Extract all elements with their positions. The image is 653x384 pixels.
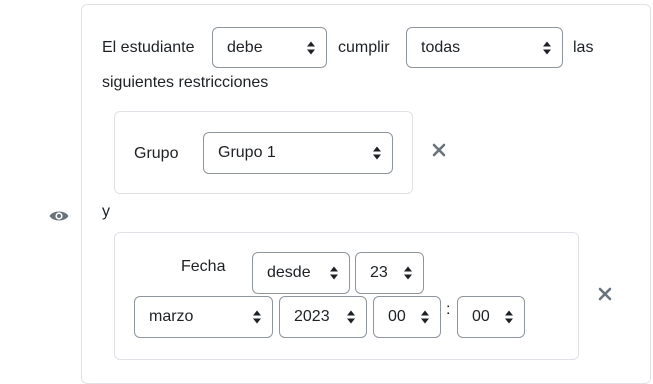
- hour-select-value: 00: [388, 308, 406, 325]
- minute-select-value: 00: [472, 308, 490, 325]
- must-select[interactable]: debe: [212, 27, 327, 68]
- minute-select[interactable]: 00: [457, 296, 525, 338]
- day-select[interactable]: 23: [355, 252, 424, 294]
- hour-select[interactable]: 00: [373, 296, 441, 338]
- group-select-value: Grupo 1: [218, 144, 276, 161]
- eye-icon[interactable]: [48, 207, 70, 225]
- day-select-value: 23: [370, 264, 388, 281]
- sort-caret-icon: [373, 146, 381, 160]
- sort-caret-icon: [404, 266, 412, 280]
- sort-caret-icon: [330, 266, 338, 280]
- close-icon[interactable]: [432, 143, 446, 157]
- restriction-middle-text: cumplir: [338, 39, 390, 56]
- close-icon[interactable]: [598, 287, 612, 301]
- date-label: Fecha: [181, 258, 226, 275]
- sort-caret-icon: [505, 310, 513, 324]
- year-select[interactable]: 2023: [279, 296, 367, 338]
- group-select[interactable]: Grupo 1: [203, 132, 393, 174]
- sort-caret-icon: [347, 310, 355, 324]
- restriction-line2-text: siguientes restricciones: [102, 74, 269, 91]
- month-select[interactable]: marzo: [134, 296, 273, 338]
- sort-caret-icon: [543, 41, 551, 54]
- restriction-prefix-text: El estudiante: [102, 39, 195, 56]
- sort-caret-icon: [253, 310, 261, 324]
- all-select-value: todas: [421, 38, 461, 56]
- year-select-value: 2023: [294, 308, 330, 325]
- date-direction-value: desde: [267, 264, 311, 281]
- sort-caret-icon: [307, 41, 315, 54]
- time-separator: :: [446, 301, 451, 318]
- sort-caret-icon: [421, 310, 429, 324]
- restriction-suffix-text: las: [573, 39, 594, 56]
- connector-and-text: y: [102, 203, 110, 220]
- date-direction-select[interactable]: desde: [252, 252, 350, 294]
- all-select[interactable]: todas: [406, 27, 563, 68]
- month-select-value: marzo: [149, 308, 194, 325]
- must-select-value: debe: [227, 38, 263, 56]
- group-label: Grupo: [134, 145, 179, 162]
